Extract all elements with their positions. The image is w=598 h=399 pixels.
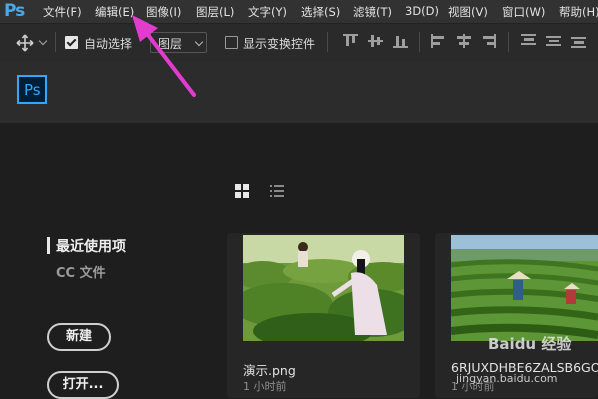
annotation-arrow (132, 15, 196, 97)
